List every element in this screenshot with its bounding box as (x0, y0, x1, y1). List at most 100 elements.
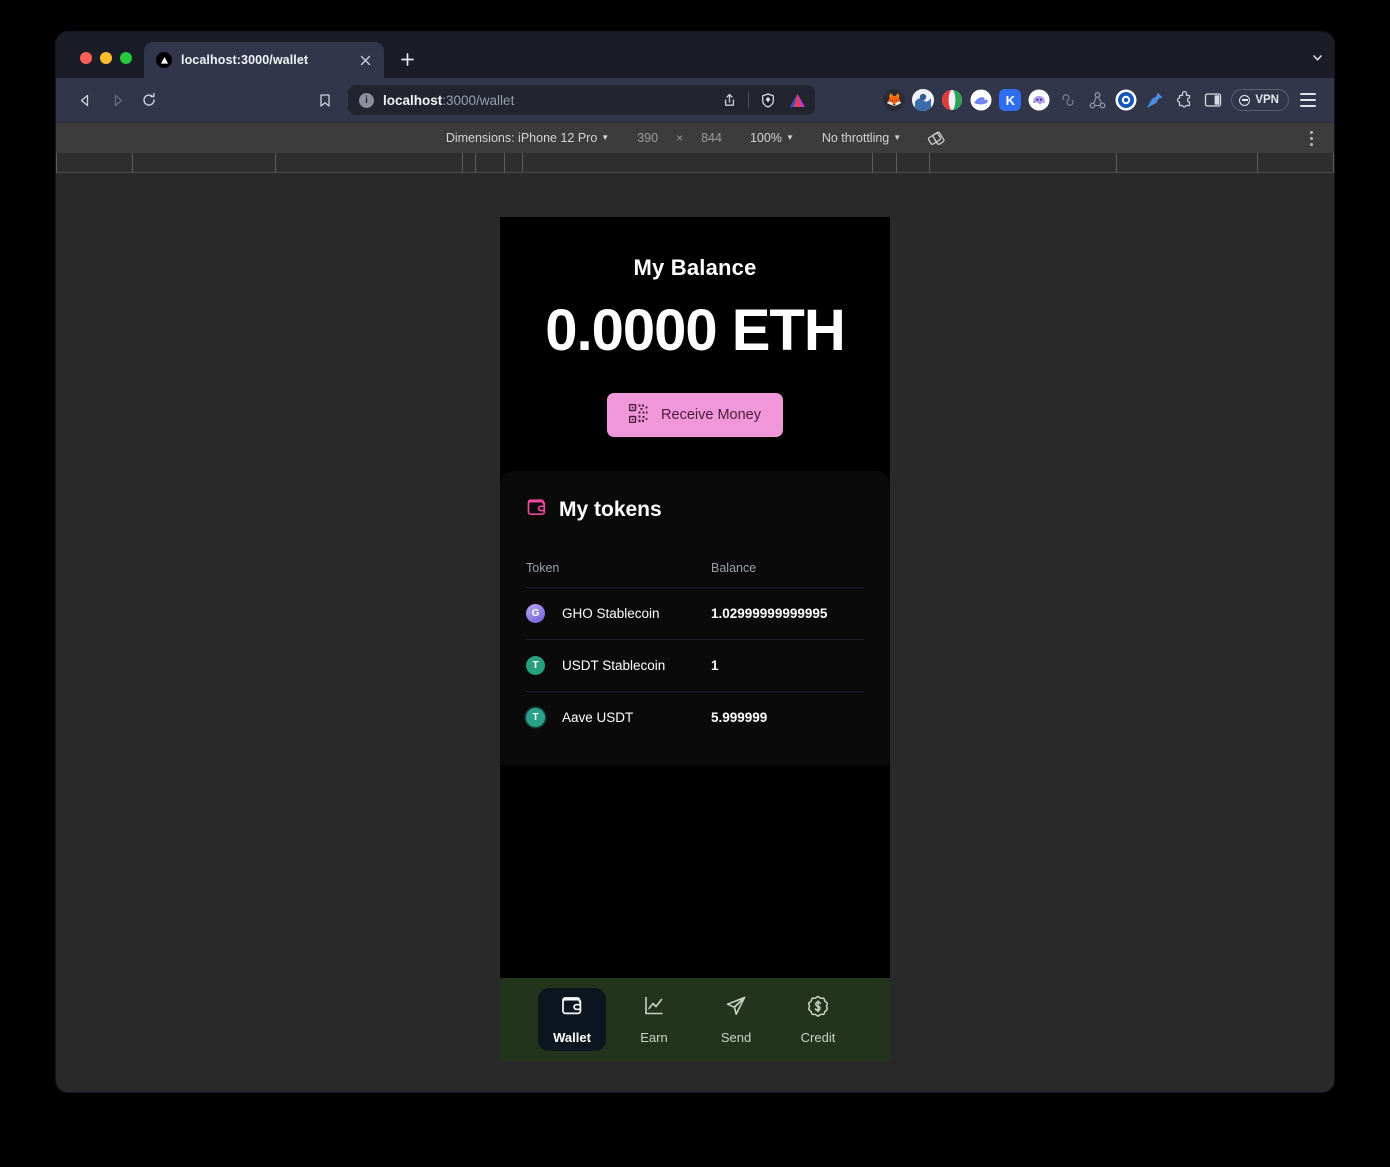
table-row[interactable]: T USDT Stablecoin 1 (526, 639, 864, 692)
url-host: localhost (383, 92, 443, 108)
token-name: GHO Stablecoin (562, 606, 660, 621)
table-row[interactable]: T Aave USDT 5.999999 (526, 692, 864, 744)
tokens-table: Token Balance G GHO Stablecoin 1.0299999… (526, 561, 864, 743)
nav-item-credit[interactable]: Credit (784, 988, 852, 1051)
zoom-select[interactable]: 100% ▼ (736, 131, 808, 145)
balance-card: My Balance 0.0000 ETH Receive Money (500, 217, 890, 471)
nav-item-send[interactable]: Send (702, 988, 770, 1051)
back-arrow-icon[interactable] (70, 85, 100, 115)
column-header-balance: Balance (711, 561, 864, 588)
browser-nav-bar: i localhost:3000/wallet 🦊 K VPN (56, 78, 1334, 122)
phantom-extension-icon[interactable] (1028, 89, 1050, 111)
receive-money-label: Receive Money (661, 407, 761, 423)
browser-window: localhost:3000/wallet i localhost:3000/w… (56, 32, 1334, 1092)
tokens-table-body: G GHO Stablecoin 1.02999999999995 T USDT… (526, 587, 864, 744)
chart-line-icon (642, 994, 666, 1023)
metamask-extension-icon[interactable]: 🦊 (883, 89, 906, 111)
table-row[interactable]: G GHO Stablecoin 1.02999999999995 (526, 587, 864, 640)
aave-triangle-icon[interactable] (787, 90, 807, 110)
dimensions-x-separator: × (676, 131, 684, 145)
wallet-extension-icon[interactable] (912, 89, 935, 111)
token-balance: 5.999999 (711, 710, 768, 725)
device-dimensions-select[interactable]: Dimensions: iPhone 12 Pro ▼ (432, 131, 623, 145)
tokens-title: My tokens (559, 498, 662, 521)
new-tab-button[interactable] (392, 44, 422, 74)
device-dimensions-label: Dimensions: iPhone 12 Pro (445, 131, 598, 145)
window-traffic-lights (56, 52, 144, 78)
token-balance: 1 (711, 639, 864, 692)
minimize-window-button[interactable] (100, 52, 112, 64)
omnibox-divider (748, 92, 750, 108)
share-icon[interactable] (719, 90, 739, 110)
token-name: Aave USDT (562, 710, 634, 725)
address-bar[interactable]: i localhost:3000/wallet (348, 85, 816, 115)
wallet-icon (560, 994, 584, 1023)
vpn-icon (1239, 94, 1251, 106)
vpn-button[interactable]: VPN (1231, 89, 1289, 111)
token-balance: 1.02999999999995 (711, 587, 864, 640)
mobile-viewport: My Balance 0.0000 ETH Receive Money My t… (500, 217, 890, 1061)
pin-extension-icon[interactable] (1144, 89, 1166, 111)
rotate-device-icon[interactable] (915, 129, 958, 148)
more-options-icon[interactable] (1296, 123, 1326, 153)
brave-shield-icon[interactable] (758, 90, 778, 110)
chevron-down-icon[interactable] (1300, 39, 1334, 75)
qr-code-icon (628, 403, 648, 427)
browser-tab[interactable]: localhost:3000/wallet (144, 42, 384, 78)
reload-icon[interactable] (134, 85, 164, 115)
token-cell: T USDT Stablecoin (526, 639, 711, 692)
chevron-down-icon: ▼ (893, 132, 902, 142)
close-icon[interactable] (356, 51, 374, 69)
device-toolbar-controls: Dimensions: iPhone 12 Pro ▼ 390 × 844 10… (432, 129, 958, 148)
rabby-extension-icon[interactable] (970, 89, 992, 111)
puzzle-extensions-icon[interactable] (1173, 89, 1195, 111)
target-extension-icon[interactable] (1115, 89, 1137, 111)
nav-label-send: Send (720, 1030, 752, 1045)
keplr-extension-icon[interactable]: K (999, 89, 1022, 111)
tokens-table-head: Token Balance (526, 561, 864, 588)
hamburger-menu-icon[interactable] (1300, 88, 1324, 112)
receive-money-button[interactable]: Receive Money (607, 393, 783, 437)
nav-label-earn: Earn (640, 1030, 668, 1045)
column-header-token: Token (526, 561, 711, 588)
throttling-label: No throttling (821, 131, 890, 145)
nav-item-earn[interactable]: Earn (620, 988, 688, 1051)
page-title: My Balance (633, 255, 757, 280)
tab-title: localhost:3000/wallet (181, 53, 309, 67)
url-path: :3000/wallet (442, 92, 515, 108)
viewport-ruler (56, 153, 1334, 173)
maximize-window-button[interactable] (120, 52, 132, 64)
throttling-select[interactable]: No throttling ▼ (808, 131, 915, 145)
device-toolbar: Dimensions: iPhone 12 Pro ▼ 390 × 844 10… (56, 122, 1334, 153)
graph-extension-icon[interactable] (1086, 89, 1108, 111)
address-bar-url: localhost:3000/wallet (383, 93, 710, 108)
nextjs-triangle-icon (156, 52, 172, 68)
wallet-icon (526, 497, 547, 523)
token-cell: T Aave USDT (526, 692, 711, 744)
bottom-navigation: Wallet Earn Send Credit (500, 978, 890, 1061)
tab-strip: localhost:3000/wallet (56, 32, 1334, 78)
chevron-down-icon: ▼ (785, 132, 794, 142)
close-window-button[interactable] (80, 52, 92, 64)
chevron-down-icon: ▼ (601, 132, 610, 142)
bookmark-icon[interactable] (310, 85, 340, 115)
aave-usdt-token-icon: T (526, 708, 545, 727)
tokens-header: My tokens (526, 497, 864, 523)
nav-label-credit: Credit (800, 1030, 836, 1045)
devtools-stage: My Balance 0.0000 ETH Receive Money My t… (56, 173, 1334, 1092)
token-cell: G GHO Stablecoin (526, 587, 711, 640)
forward-arrow-icon[interactable] (102, 85, 132, 115)
side-panel-icon[interactable] (1202, 89, 1224, 111)
tokens-header-row: Token Balance (526, 561, 864, 588)
color-circle-extension-icon[interactable] (941, 89, 963, 111)
dollar-badge-icon (806, 994, 830, 1023)
nav-item-wallet[interactable]: Wallet (538, 988, 606, 1051)
viewport-width-input[interactable]: 390 (623, 131, 672, 145)
content-spacer (500, 765, 890, 978)
infinity-extension-icon[interactable] (1057, 89, 1079, 111)
site-info-icon[interactable]: i (359, 92, 374, 108)
usdt-token-icon: T (526, 656, 545, 675)
gho-token-icon: G (526, 604, 545, 623)
viewport-height-input[interactable]: 844 (687, 131, 736, 145)
tokens-card: My tokens Token Balance G GHO Stablecoin… (500, 471, 890, 765)
